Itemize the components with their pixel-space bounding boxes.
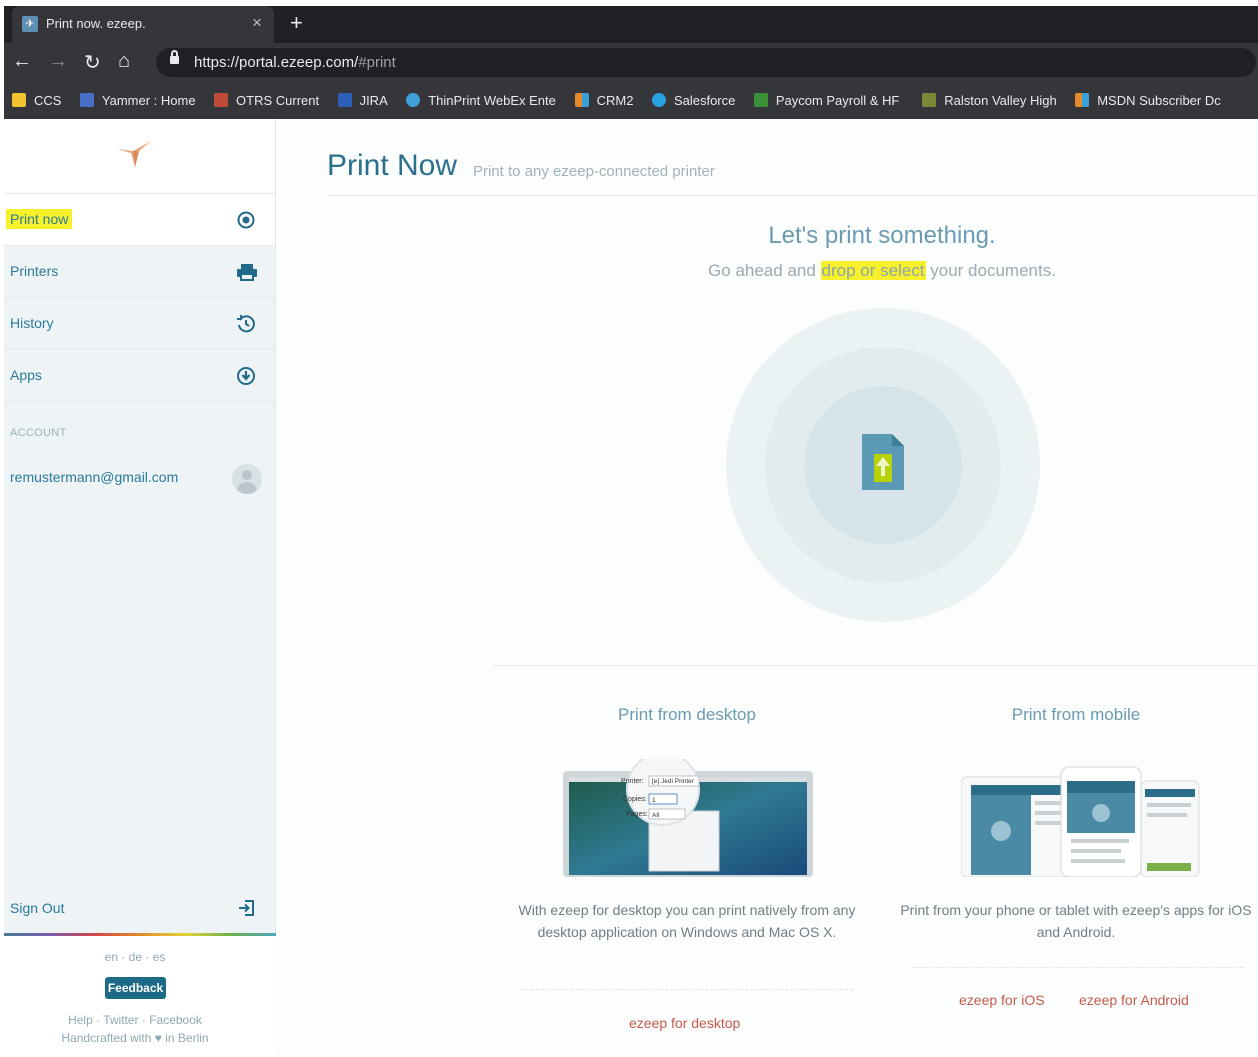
mobile-description: Print from your phone or tablet with eze…: [900, 902, 1252, 940]
upload-file-icon[interactable]: [860, 432, 906, 492]
bookmark-icon: [574, 93, 589, 107]
back-icon[interactable]: ←: [12, 50, 32, 73]
bookmark-icon: [79, 93, 94, 107]
drop-zone-center: [804, 386, 962, 544]
desktop-title: Print from desktop: [618, 705, 756, 724]
drop-subline: Go ahead and drop or select your documen…: [708, 261, 1056, 280]
tab-title: Print now. ezeep.: [46, 16, 146, 31]
reload-icon[interactable]: ↻: [84, 50, 101, 75]
sidebar-item-label: Print now: [6, 209, 73, 229]
bookmark-item[interactable]: JIRA: [337, 81, 388, 119]
bookmark-icon: [651, 93, 666, 107]
mobile-screenshot: [961, 766, 1200, 877]
drop-zone-ring: [765, 347, 1001, 583]
desktop-download-link[interactable]: ezeep for desktop: [629, 1015, 740, 1031]
bookmark-icon: [753, 93, 768, 107]
sidebar-footer: en · de · es Feedback Help · Twitter · F…: [4, 936, 276, 1055]
sidebar-item-history[interactable]: History: [4, 298, 275, 350]
ezeep-logo-icon[interactable]: [115, 137, 155, 169]
bookmark-icon: [1075, 93, 1090, 107]
lock-icon: [170, 50, 179, 66]
bookmark-item[interactable]: MSDN Subscriber Dc: [1075, 81, 1221, 119]
sidebar-item-print-now[interactable]: Print now: [4, 194, 275, 246]
ezeep-favicon-icon: ✈: [22, 16, 38, 32]
dialog-copies-label: Copies:: [623, 796, 647, 803]
browser-tab[interactable]: ✈ Print now. ezeep. ×: [12, 6, 274, 43]
bookmark-icon: [406, 93, 421, 107]
sidebar-item-apps[interactable]: Apps: [4, 350, 275, 402]
desktop-divider: [521, 989, 853, 990]
history-icon: [236, 314, 256, 334]
bookmark-icon: [337, 93, 352, 107]
target-icon: [236, 210, 256, 230]
download-icon: [236, 366, 256, 386]
desktop-screenshot: Printer: [e] Jedi Printer Copies: 1 Page…: [563, 759, 813, 877]
close-tab-icon[interactable]: ×: [252, 13, 262, 33]
page-title: Print Now: [327, 149, 458, 182]
sidebar-item-label: Printers: [10, 263, 59, 279]
bookmark-item[interactable]: Yammer : Home: [79, 81, 196, 119]
desktop-description: With ezeep for desktop you can print nat…: [518, 902, 856, 940]
url-input[interactable]: https://portal.ezeep.com/#print: [156, 48, 1256, 77]
forward-icon[interactable]: →: [48, 50, 68, 73]
dialog-copies-value: 1: [652, 797, 656, 804]
dialog-pages-label: Pages:: [626, 811, 648, 818]
logo-area: [4, 119, 275, 194]
language-links[interactable]: en · de · es: [4, 950, 266, 964]
main-content: Print Now Print to any ezeep-connected p…: [277, 119, 1258, 1055]
sidebar: Print now Printers History Apps ACCOUNT …: [4, 119, 276, 1055]
sign-out-icon: [237, 899, 255, 922]
sidebar-item-label: History: [10, 315, 54, 331]
bookmark-item[interactable]: Ralston Valley High: [922, 81, 1057, 119]
bookmark-item[interactable]: Salesforce: [651, 81, 735, 119]
mobile-divider: [911, 967, 1243, 968]
feedback-button[interactable]: Feedback: [105, 977, 166, 999]
avatar[interactable]: [232, 464, 262, 494]
handcrafted-note: Handcrafted with ♥ in Berlin: [61, 1031, 209, 1045]
bookmark-item[interactable]: ThinPrint WebEx Ente: [406, 81, 556, 119]
drop-zone[interactable]: [726, 308, 1040, 622]
dialog-printer-label: Printer:: [621, 778, 644, 785]
bookmark-icon: [12, 93, 26, 107]
bookmark-icon: [214, 93, 229, 107]
printer-icon: [236, 262, 257, 282]
android-download-link[interactable]: ezeep for Android: [1079, 992, 1189, 1008]
url-text: https://portal.ezeep.com/#print: [194, 54, 396, 71]
home-icon[interactable]: ⌂: [118, 50, 130, 73]
sign-out-button[interactable]: Sign Out: [4, 889, 276, 933]
dialog-printer-value: [e] Jedi Printer: [652, 778, 695, 785]
account-heading: ACCOUNT: [10, 427, 67, 439]
sidebar-item-printers[interactable]: Printers: [4, 246, 275, 298]
bookmark-item[interactable]: OTRS Current: [214, 81, 319, 119]
mobile-title: Print from mobile: [1011, 705, 1141, 724]
bookmark-item[interactable]: Paycom Payroll & HF: [753, 81, 904, 119]
ios-download-link[interactable]: ezeep for iOS: [959, 992, 1045, 1008]
sign-out-label: Sign Out: [10, 900, 65, 916]
page-subtitle: Print to any ezeep-connected printer: [473, 163, 715, 180]
bookmark-item[interactable]: CRM2: [574, 81, 633, 119]
drop-headline: Let's print something.: [768, 222, 996, 249]
address-bar: ← → ↻ ⌂ https://portal.ezeep.com/#print: [4, 43, 1258, 81]
sidebar-item-label: Apps: [10, 367, 42, 383]
new-tab-button[interactable]: +: [290, 10, 303, 36]
bookmark-icon: [922, 93, 937, 107]
title-divider: [327, 195, 1258, 196]
social-links[interactable]: Help · Twitter · Facebook: [4, 1013, 266, 1027]
bookmarks-bar: CCS Yammer : Home OTRS Current JIRA Thin…: [4, 81, 1258, 119]
dialog-pages-value: All: [652, 812, 660, 819]
bookmark-item[interactable]: CCS: [12, 81, 61, 119]
section-divider: [493, 665, 1258, 666]
browser-tab-strip: ✈ Print now. ezeep. × +: [4, 6, 1258, 43]
account-email[interactable]: remustermann@gmail.com: [10, 469, 178, 485]
